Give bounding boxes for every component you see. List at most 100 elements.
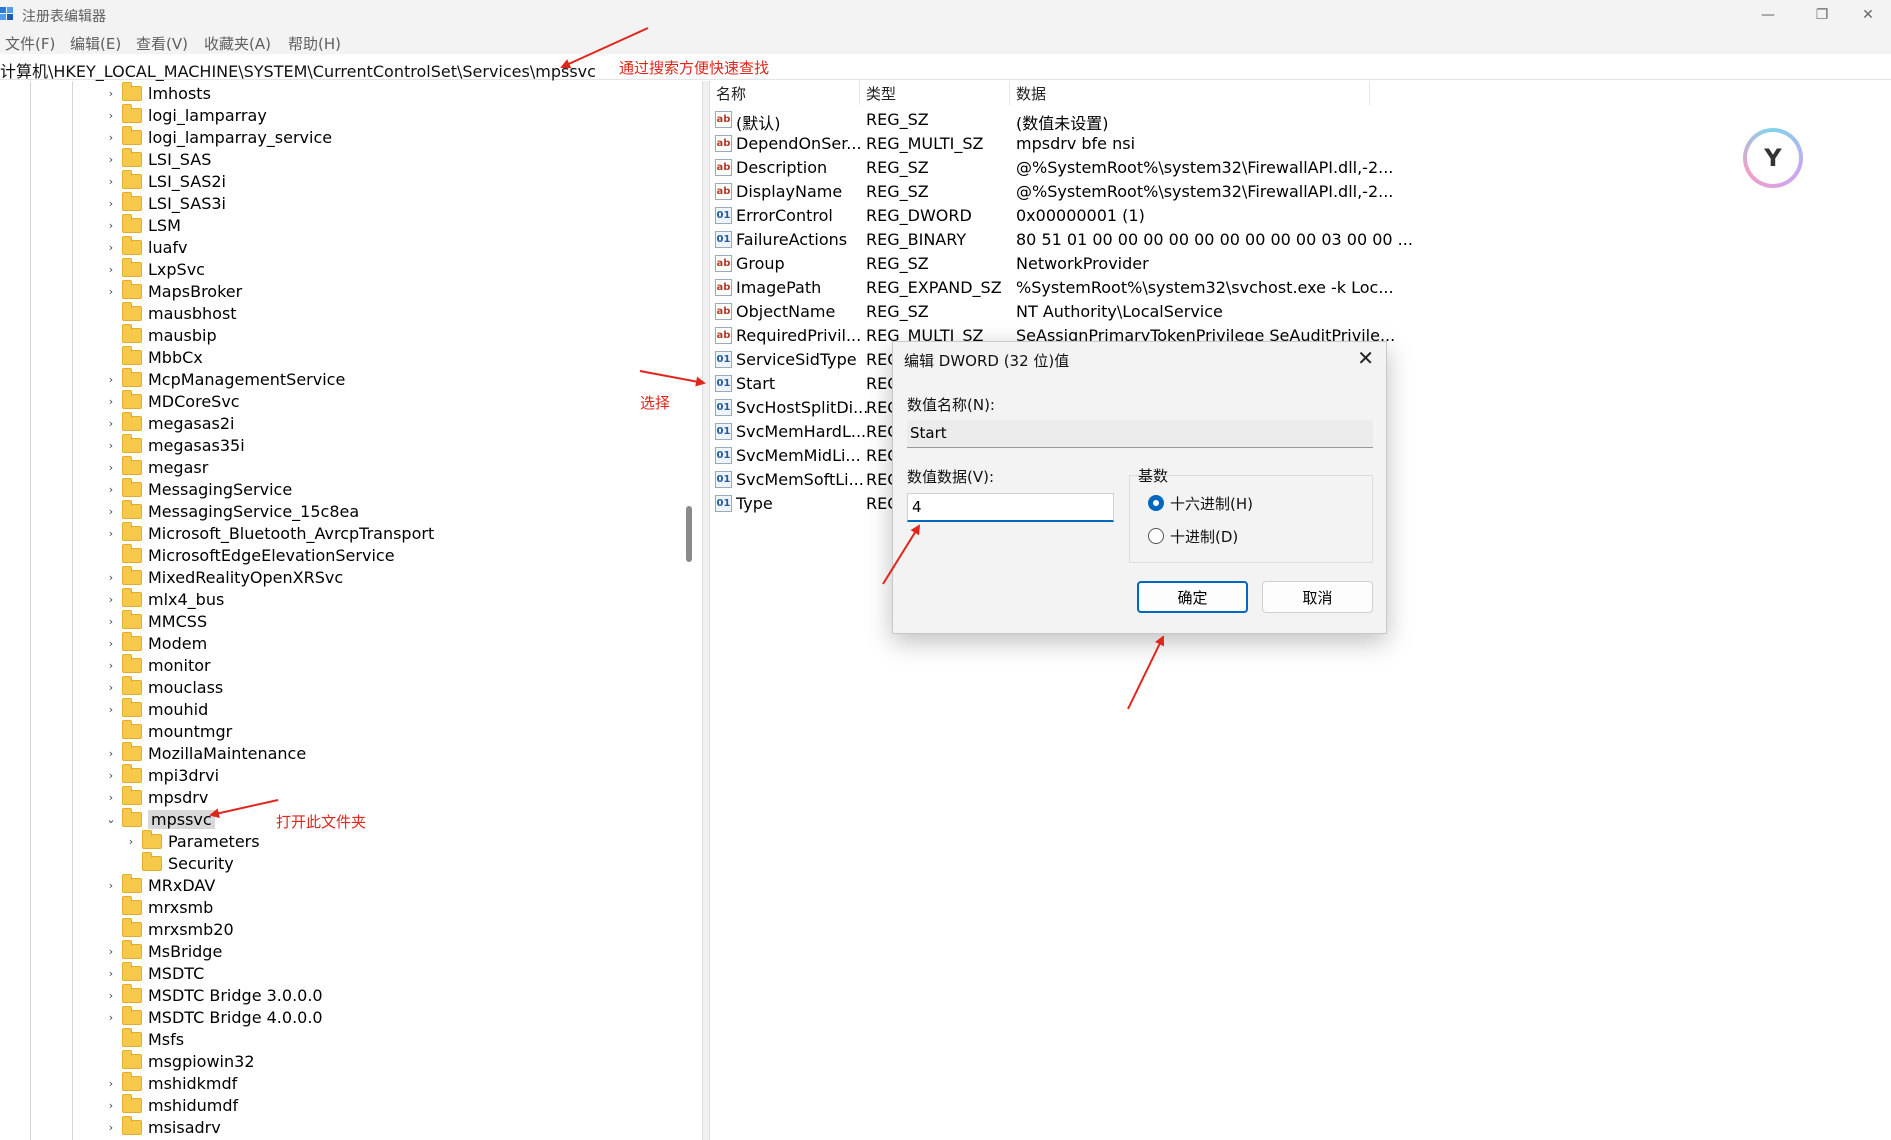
tree-item[interactable]: › MSDTC xyxy=(104,961,204,984)
expand-chevron-icon[interactable]: › xyxy=(104,747,118,760)
tree-item[interactable]: ⌄ mpssvc xyxy=(104,807,215,830)
tree-item[interactable]: › Parameters xyxy=(124,829,260,852)
tree-item[interactable]: › MDCoreSvc xyxy=(104,389,240,412)
expand-chevron-icon[interactable]: › xyxy=(104,593,118,606)
tree-item[interactable]: › logi_lamparray xyxy=(104,103,267,126)
expand-chevron-icon[interactable]: › xyxy=(104,109,118,122)
expand-chevron-icon[interactable]: › xyxy=(104,417,118,430)
column-header-name[interactable]: 名称 xyxy=(710,81,860,105)
tree-item[interactable]: › Modem xyxy=(104,631,207,654)
menu-view[interactable]: 查看(V) xyxy=(136,33,188,54)
address-bar[interactable]: 计算机\HKEY_LOCAL_MACHINE\SYSTEM\CurrentCon… xyxy=(0,54,1891,81)
expand-chevron-icon[interactable]: › xyxy=(104,989,118,1002)
menu-favorites[interactable]: 收藏夹(A) xyxy=(204,33,271,54)
tree-item[interactable]: › LSI_SAS3i xyxy=(104,191,226,214)
column-header-data[interactable]: 数据 xyxy=(1010,81,1370,105)
value-row[interactable]: ab ImagePath REG_EXPAND_SZ %SystemRoot%\sys… xyxy=(710,276,1891,300)
value-data-input[interactable] xyxy=(907,493,1114,522)
tree-item[interactable]: MbbCx xyxy=(104,345,203,368)
tree-item[interactable]: › monitor xyxy=(104,653,211,676)
value-row[interactable]: 01 FailureActions REG_BINARY 80 51 01 00 00… xyxy=(710,228,1891,252)
expand-chevron-icon[interactable]: › xyxy=(104,637,118,650)
expand-chevron-icon[interactable]: › xyxy=(104,791,118,804)
tree-item[interactable]: › mshidumdf xyxy=(104,1093,238,1116)
tree-item[interactable]: › LSI_SAS xyxy=(104,147,211,170)
cancel-button[interactable]: 取消 xyxy=(1262,581,1373,613)
dialog-close-icon[interactable]: ✕ xyxy=(1357,346,1374,370)
value-row[interactable]: ab (默认) REG_SZ (数值未设置) xyxy=(710,108,1891,133)
value-row[interactable]: ab DisplayName REG_SZ @%SystemRoot%\system3… xyxy=(710,180,1891,204)
expand-chevron-icon[interactable]: › xyxy=(104,1011,118,1024)
tree-item[interactable]: › lmhosts xyxy=(104,81,211,104)
tree-item[interactable]: › MixedRealityOpenXRSvc xyxy=(104,565,343,588)
expand-chevron-icon[interactable]: › xyxy=(104,703,118,716)
value-row[interactable]: ab Description REG_SZ @%SystemRoot%\system3… xyxy=(710,156,1891,180)
menu-edit[interactable]: 编辑(E) xyxy=(70,33,121,54)
expand-chevron-icon[interactable]: › xyxy=(104,615,118,628)
expand-chevron-icon[interactable]: › xyxy=(104,967,118,980)
expand-chevron-icon[interactable]: › xyxy=(104,769,118,782)
menu-file[interactable]: 文件(F) xyxy=(5,33,55,54)
decimal-radio-label[interactable]: 十进制(D) xyxy=(1170,526,1238,547)
expand-chevron-icon[interactable]: › xyxy=(104,131,118,144)
tree-item[interactable]: msgpiowin32 xyxy=(104,1049,255,1072)
menu-help[interactable]: 帮助(H) xyxy=(288,33,341,54)
tree-item[interactable]: › MMCSS xyxy=(104,609,207,632)
tree-item[interactable]: › mlx4_bus xyxy=(104,587,224,610)
tree-item[interactable]: › Microsoft_Bluetooth_AvrcpTransport xyxy=(104,521,434,544)
tree-item[interactable]: Msfs xyxy=(104,1027,184,1050)
expand-chevron-icon[interactable]: › xyxy=(104,373,118,386)
expand-chevron-icon[interactable]: › xyxy=(104,681,118,694)
tree-item[interactable]: › LxpSvc xyxy=(104,257,205,280)
expand-chevron-icon[interactable]: › xyxy=(104,527,118,540)
expand-chevron-icon[interactable]: › xyxy=(104,87,118,100)
tree-item[interactable]: › MsBridge xyxy=(104,939,222,962)
tree-item[interactable]: › LSM xyxy=(104,213,181,236)
value-row[interactable]: ab ObjectName REG_SZ NT Authority\LocalServ… xyxy=(710,300,1891,324)
expand-chevron-icon[interactable]: › xyxy=(104,483,118,496)
expand-chevron-icon[interactable]: › xyxy=(104,153,118,166)
value-row[interactable]: 01 ErrorControl REG_DWORD 0x00000001 (1) xyxy=(710,204,1891,228)
expand-chevron-icon[interactable]: › xyxy=(104,197,118,210)
tree-item[interactable]: › mouclass xyxy=(104,675,223,698)
expand-chevron-icon[interactable]: › xyxy=(104,439,118,452)
expand-chevron-icon[interactable]: › xyxy=(104,1099,118,1112)
tree-item[interactable]: mausbip xyxy=(104,323,217,346)
expand-chevron-icon[interactable]: › xyxy=(104,659,118,672)
tree-item[interactable]: › MessagingService_15c8ea xyxy=(104,499,359,522)
tree-item[interactable]: › MessagingService xyxy=(104,477,292,500)
expand-chevron-icon[interactable]: › xyxy=(104,461,118,474)
expand-chevron-icon[interactable]: ⌄ xyxy=(104,813,118,826)
expand-chevron-icon[interactable]: › xyxy=(104,395,118,408)
expand-chevron-icon[interactable]: › xyxy=(104,879,118,892)
hex-radio[interactable] xyxy=(1148,495,1164,511)
tree-item[interactable]: › MSDTC Bridge 3.0.0.0 xyxy=(104,983,323,1006)
tree-item[interactable]: › MozillaMaintenance xyxy=(104,741,306,764)
expand-chevron-icon[interactable]: › xyxy=(104,1077,118,1090)
tree-item[interactable]: mausbhost xyxy=(104,301,237,324)
tree-item[interactable]: › LSI_SAS2i xyxy=(104,169,226,192)
tree-scrollbar-thumb[interactable] xyxy=(686,506,692,562)
tree-item[interactable]: mrxsmb20 xyxy=(104,917,234,940)
expand-chevron-icon[interactable]: › xyxy=(124,835,138,848)
expand-chevron-icon[interactable]: › xyxy=(104,241,118,254)
tree-item[interactable]: › MSDTC Bridge 4.0.0.0 xyxy=(104,1005,323,1028)
tree-item[interactable]: › megasr xyxy=(104,455,208,478)
expand-chevron-icon[interactable]: › xyxy=(104,1121,118,1134)
key-tree-pane[interactable]: › lmhosts › logi_lamparray › logi_lamparray_s… xyxy=(0,81,702,1140)
maximize-button[interactable]: ❐ xyxy=(1799,0,1845,30)
pane-splitter[interactable] xyxy=(702,81,710,1140)
column-header-type[interactable]: 类型 xyxy=(860,81,1010,105)
tree-item[interactable]: › MRxDAV xyxy=(104,873,215,896)
hex-radio-label[interactable]: 十六进制(H) xyxy=(1170,493,1253,514)
expand-chevron-icon[interactable]: › xyxy=(104,505,118,518)
expand-chevron-icon[interactable]: › xyxy=(104,219,118,232)
expand-chevron-icon[interactable]: › xyxy=(104,285,118,298)
expand-chevron-icon[interactable]: › xyxy=(104,175,118,188)
value-row[interactable]: ab Group REG_SZ NetworkProvider xyxy=(710,252,1891,276)
tree-item[interactable]: mountmgr xyxy=(104,719,232,742)
tree-item[interactable]: MicrosoftEdgeElevationService xyxy=(104,543,395,566)
value-row[interactable]: ab DependOnSer... REG_MULTI_SZ mpsdrv bfe n… xyxy=(710,132,1891,156)
tree-item[interactable]: Security xyxy=(124,851,234,874)
tree-item[interactable]: › megasas35i xyxy=(104,433,245,456)
